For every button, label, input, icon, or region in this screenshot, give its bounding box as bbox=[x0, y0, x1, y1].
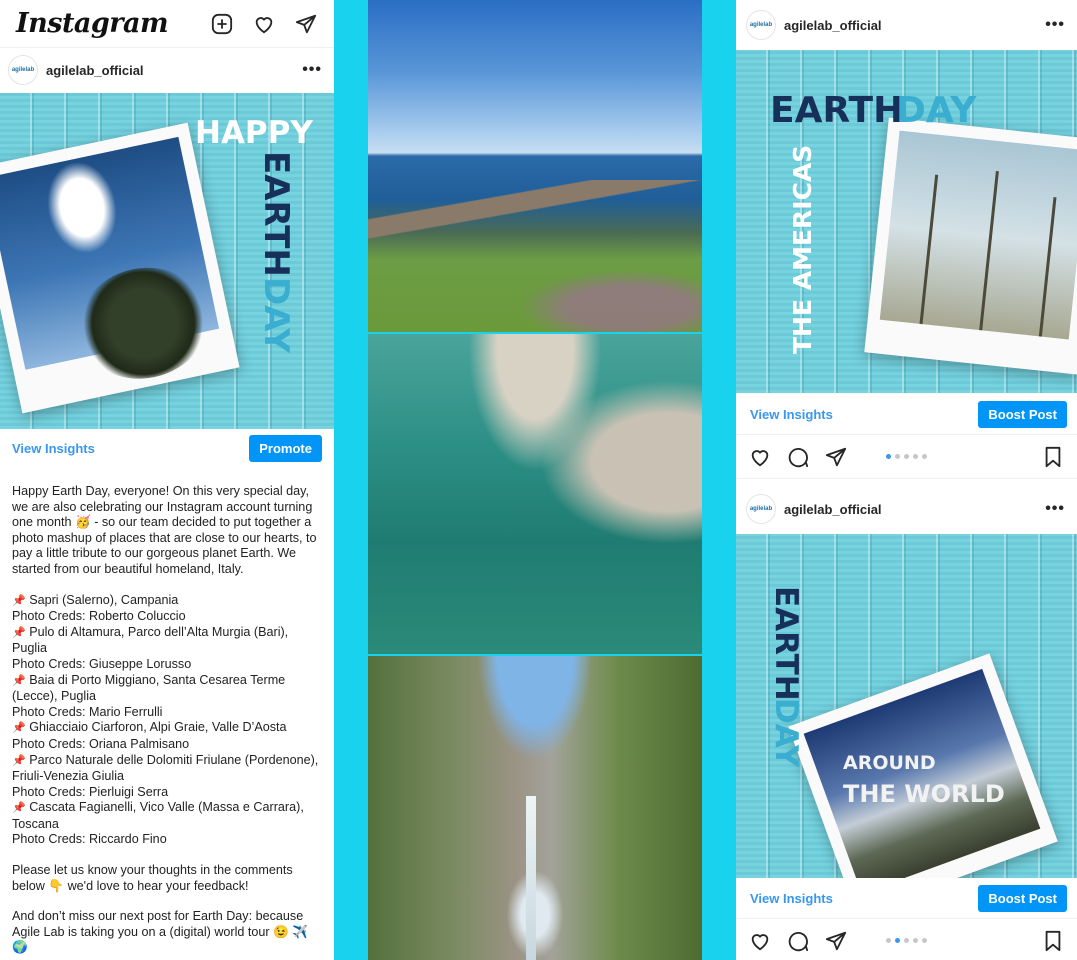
bookmark-icon[interactable] bbox=[1041, 929, 1065, 953]
more-icon[interactable]: ••• bbox=[1045, 16, 1065, 34]
more-icon[interactable]: ••• bbox=[1045, 500, 1065, 518]
post-image[interactable]: HAPPY EARTH DAY bbox=[0, 93, 334, 429]
more-icon[interactable]: ••• bbox=[302, 61, 322, 79]
sky-photo bbox=[0, 136, 220, 391]
caption-intro: Happy Earth Day, everyone! On this very … bbox=[12, 484, 317, 576]
insights-row: View Insights Boost Post bbox=[736, 395, 1077, 433]
bay-photo[interactable] bbox=[368, 334, 702, 654]
heart-icon[interactable] bbox=[748, 445, 772, 469]
username[interactable]: agilelab_official bbox=[784, 18, 1045, 33]
places-list: 📌 Sapri (Salerno), Campania Photo Creds:… bbox=[12, 593, 324, 849]
photo-creds: Photo Creds: Pierluigi Serra bbox=[12, 784, 169, 799]
photo-creds: Photo Creds: Roberto Coluccio bbox=[12, 609, 186, 624]
photo-creds: Photo Creds: Riccardo Fino bbox=[12, 832, 167, 847]
carousel-dot bbox=[895, 938, 900, 943]
pin-icon: 📌 bbox=[12, 674, 26, 687]
promote-button[interactable]: Promote bbox=[249, 434, 322, 462]
pin-icon: 📌 bbox=[12, 594, 26, 607]
pin-icon: 📌 bbox=[12, 802, 26, 815]
action-bar bbox=[736, 434, 1077, 478]
right-posts-panel: agilelab agilelab_official ••• EARTH DAY… bbox=[736, 0, 1077, 960]
around-text: AROUND bbox=[843, 752, 936, 774]
pin-icon: 📌 bbox=[12, 754, 26, 767]
avatar[interactable]: agilelab bbox=[746, 494, 776, 524]
caption-feedback: Please let us know your thoughts in the … bbox=[12, 863, 293, 893]
list-item: 📌 Sapri (Salerno), Campania bbox=[12, 592, 179, 607]
photo-creds: Photo Creds: Mario Ferrulli bbox=[12, 704, 163, 719]
insights-row: View Insights Promote bbox=[0, 430, 334, 466]
list-item: 📌 Ghiacciaio Ciarforon, Alpi Graie, Vall… bbox=[12, 720, 287, 735]
page: Instagram agilelab agilelab_official ••• bbox=[0, 0, 1077, 960]
avatar[interactable]: agilelab bbox=[8, 55, 38, 85]
pin-icon: 📌 bbox=[12, 722, 26, 735]
post-image[interactable]: EARTH DAY THE AMERICAS bbox=[736, 50, 1077, 393]
caption-closing: And don’t miss our next post for Earth D… bbox=[12, 909, 308, 955]
the-world-text: THE WORLD bbox=[843, 780, 1005, 808]
earth-text: EARTH bbox=[768, 586, 804, 701]
polaroid-frame bbox=[0, 122, 240, 414]
post-header: agilelab agilelab_official ••• bbox=[736, 485, 1077, 533]
avatar[interactable]: agilelab bbox=[746, 10, 776, 40]
list-item: 📌 Cascata Fagianelli, Vico Valle (Massa … bbox=[12, 800, 304, 831]
coast-photo[interactable] bbox=[368, 0, 702, 332]
day-text: DAY bbox=[768, 698, 804, 768]
view-insights-link[interactable]: View Insights bbox=[750, 891, 833, 906]
carousel-dot bbox=[904, 938, 909, 943]
photo-column bbox=[368, 0, 702, 960]
polaroid-frame bbox=[864, 117, 1077, 375]
action-bar bbox=[736, 918, 1077, 960]
post-header: agilelab agilelab_official ••• bbox=[736, 1, 1077, 49]
carousel-dot bbox=[886, 454, 891, 459]
earth-text: EARTH bbox=[256, 151, 296, 277]
comment-icon[interactable] bbox=[786, 929, 810, 953]
carousel-dot bbox=[886, 938, 891, 943]
view-insights-link[interactable]: View Insights bbox=[12, 441, 95, 456]
day-text: DAY bbox=[256, 277, 296, 353]
palm-photo bbox=[879, 130, 1077, 340]
boost-post-button[interactable]: Boost Post bbox=[978, 400, 1067, 428]
carousel-dot bbox=[922, 938, 927, 943]
username[interactable]: agilelab_official bbox=[784, 502, 1045, 517]
carousel-dot bbox=[922, 454, 927, 459]
carousel-dot bbox=[913, 938, 918, 943]
instagram-logo[interactable]: Instagram bbox=[16, 8, 169, 39]
tree-shape bbox=[68, 255, 219, 391]
carousel-dots bbox=[886, 938, 927, 943]
photo-creds: Photo Creds: Giuseppe Lorusso bbox=[12, 656, 192, 671]
carousel-dot bbox=[895, 454, 900, 459]
heart-icon[interactable] bbox=[252, 12, 276, 36]
username[interactable]: agilelab_official bbox=[46, 63, 302, 78]
waterfall-photo[interactable] bbox=[368, 656, 702, 960]
top-bar: Instagram bbox=[0, 0, 334, 48]
post-image[interactable]: EARTH DAY AROUND THE WORLD bbox=[736, 534, 1077, 878]
carousel-dot bbox=[913, 454, 918, 459]
post-header: agilelab agilelab_official ••• bbox=[0, 48, 334, 92]
share-icon[interactable] bbox=[824, 445, 848, 469]
direct-icon[interactable] bbox=[294, 12, 318, 36]
post-divider bbox=[736, 478, 1077, 479]
bookmark-icon[interactable] bbox=[1041, 445, 1065, 469]
carousel-dot bbox=[904, 454, 909, 459]
photo-creds: Photo Creds: Oriana Palmisano bbox=[12, 736, 190, 751]
list-item: 📌 Baia di Porto Miggiano, Santa Cesarea … bbox=[12, 672, 286, 704]
new-post-icon[interactable] bbox=[210, 12, 234, 36]
carousel-dots bbox=[886, 454, 927, 459]
share-icon[interactable] bbox=[824, 929, 848, 953]
insights-row: View Insights Boost Post bbox=[736, 879, 1077, 917]
pin-icon: 📌 bbox=[12, 626, 26, 639]
post-caption: Happy Earth Day, everyone! On this very … bbox=[12, 484, 324, 960]
comment-icon[interactable] bbox=[786, 445, 810, 469]
americas-text: THE AMERICAS bbox=[788, 144, 817, 354]
happy-text: HAPPY bbox=[195, 115, 313, 151]
view-insights-link[interactable]: View Insights bbox=[750, 407, 833, 422]
day-text: DAY bbox=[896, 90, 977, 131]
boost-post-button[interactable]: Boost Post bbox=[978, 884, 1067, 912]
list-item: 📌 Parco Naturale delle Dolomiti Friulane… bbox=[12, 752, 319, 784]
left-post-panel: Instagram agilelab agilelab_official ••• bbox=[0, 0, 334, 960]
heart-icon[interactable] bbox=[748, 929, 772, 953]
earth-text: EARTH bbox=[770, 90, 904, 131]
list-item: 📌 Pulo di Altamura, Parco dell’Alta Murg… bbox=[12, 624, 289, 656]
